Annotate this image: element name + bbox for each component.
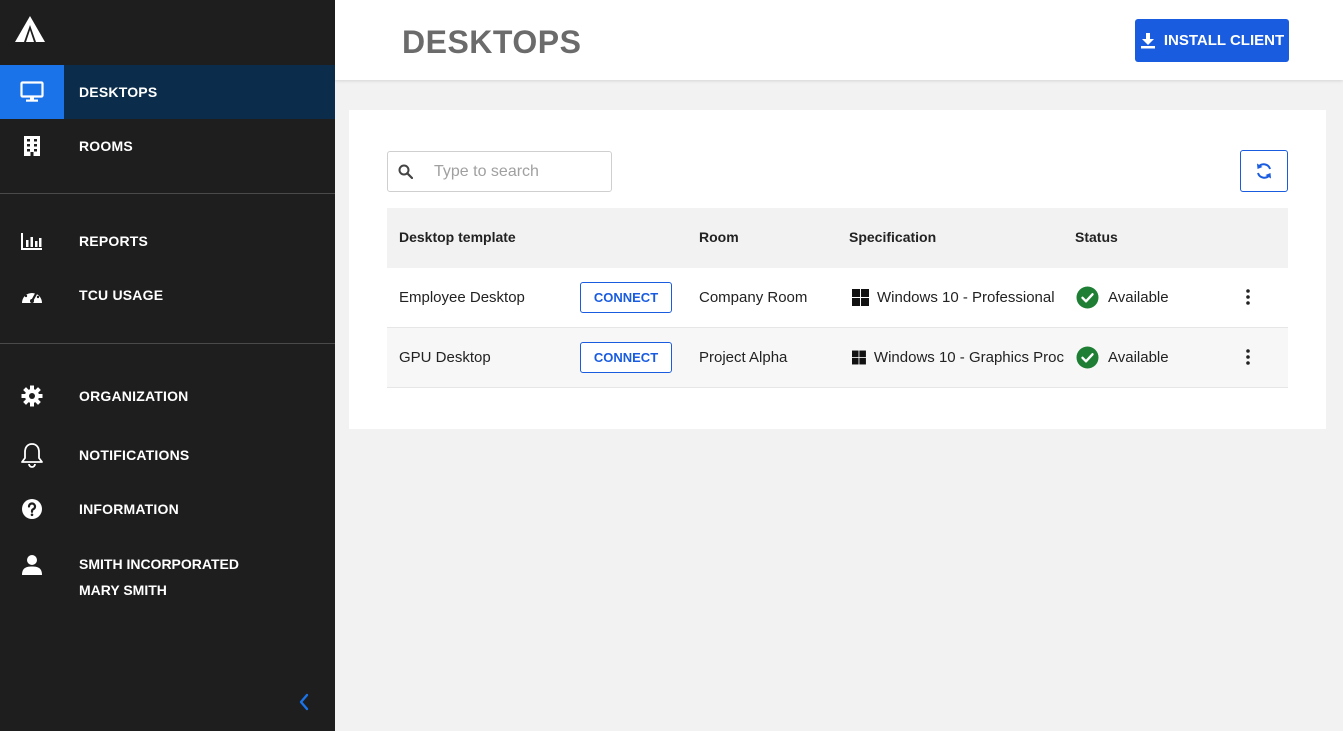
specification-text: Windows 10 - Graphics Proc	[873, 349, 1064, 366]
search-icon	[388, 164, 422, 179]
sidebar-divider	[0, 343, 335, 344]
column-header-status: Status	[1075, 229, 1118, 245]
windows-icon	[852, 350, 866, 365]
sidebar-divider	[0, 193, 335, 194]
gear-icon	[0, 369, 64, 423]
bell-icon	[0, 428, 64, 482]
status-text: Available	[1108, 289, 1169, 306]
more-vertical-icon	[1246, 289, 1250, 305]
refresh-icon	[1257, 163, 1271, 179]
sidebar-item-information[interactable]: INFORMATION	[0, 482, 335, 536]
specification-text: Windows 10 - Professional	[877, 289, 1055, 306]
check-circle-icon	[1076, 286, 1099, 309]
column-header-template: Desktop template	[399, 229, 516, 245]
sidebar-item-label: REPORTS	[79, 233, 149, 249]
table-row: GPU Desktop CONNECT Project Alpha Window…	[387, 328, 1288, 388]
page-title: DESKTOPS	[402, 24, 582, 60]
room-link[interactable]: Project Alpha	[699, 328, 787, 387]
sidebar-item-tcu-usage[interactable]: TCU USAGE	[0, 268, 335, 322]
sidebar-item-rooms[interactable]: ROOMS	[0, 119, 335, 173]
sidebar-item-label: DESKTOPS	[79, 84, 158, 100]
bar-chart-icon	[0, 214, 64, 268]
collapse-sidebar-button[interactable]	[292, 690, 316, 714]
search-box	[387, 151, 612, 192]
connect-button[interactable]: CONNECT	[580, 342, 672, 373]
sidebar: DESKTOPS ROOMS REPORTS TCU USAGE ORGANIZ…	[0, 0, 335, 731]
building-icon	[0, 119, 64, 173]
sidebar-item-notifications[interactable]: NOTIFICATIONS	[0, 428, 335, 482]
sidebar-item-label: ORGANIZATION	[79, 388, 189, 404]
sidebar-item-label: INFORMATION	[79, 501, 179, 517]
row-menu-button[interactable]	[1237, 345, 1259, 369]
user-icon	[0, 548, 64, 582]
page-header: DESKTOPS INSTALL CLIENT	[335, 0, 1343, 80]
status-cell: Available	[1076, 268, 1169, 327]
sidebar-item-label: NOTIFICATIONS	[79, 447, 190, 463]
user-name: MARY SMITH	[79, 582, 167, 598]
search-input[interactable]	[434, 162, 604, 181]
app-logo[interactable]	[14, 15, 46, 43]
specification-cell: Windows 10 - Professional	[852, 268, 1064, 327]
table-row: Employee Desktop CONNECT Company Room Wi…	[387, 268, 1288, 328]
status-cell: Available	[1076, 328, 1169, 387]
refresh-button[interactable]	[1240, 150, 1288, 192]
question-icon	[0, 482, 64, 536]
sidebar-item-label: TCU USAGE	[79, 287, 164, 303]
user-organization: SMITH INCORPORATED	[79, 556, 239, 572]
specification-cell: Windows 10 - Graphics Proc	[852, 328, 1064, 387]
check-circle-icon	[1076, 346, 1099, 369]
room-link[interactable]: Company Room	[699, 268, 807, 327]
sidebar-item-label: ROOMS	[79, 138, 133, 154]
install-client-label: INSTALL CLIENT	[1163, 32, 1285, 49]
column-header-room: Room	[699, 229, 739, 245]
install-client-button[interactable]: INSTALL CLIENT	[1135, 19, 1289, 62]
mountain-logo-icon	[15, 16, 45, 42]
sidebar-user-account[interactable]: SMITH INCORPORATED MARY SMITH	[0, 548, 335, 608]
more-vertical-icon	[1246, 349, 1250, 365]
desktops-table: Desktop template Room Specification Stat…	[387, 208, 1288, 388]
speedometer-icon	[0, 268, 64, 322]
row-menu-button[interactable]	[1237, 285, 1259, 309]
chevron-left-icon	[299, 693, 309, 711]
sidebar-item-reports[interactable]: REPORTS	[0, 214, 335, 268]
connect-button[interactable]: CONNECT	[580, 282, 672, 313]
sidebar-item-organization[interactable]: ORGANIZATION	[0, 369, 335, 423]
desktops-card: Desktop template Room Specification Stat…	[349, 110, 1326, 429]
sidebar-item-desktops[interactable]: DESKTOPS	[0, 65, 335, 119]
status-text: Available	[1108, 349, 1169, 366]
desktop-template-name: Employee Desktop	[399, 289, 525, 306]
table-header: Desktop template Room Specification Stat…	[387, 208, 1288, 268]
windows-icon	[852, 289, 869, 306]
monitor-icon	[0, 65, 64, 119]
desktop-template-name: GPU Desktop	[399, 349, 491, 366]
column-header-specification: Specification	[849, 229, 937, 245]
download-icon	[1140, 33, 1155, 49]
